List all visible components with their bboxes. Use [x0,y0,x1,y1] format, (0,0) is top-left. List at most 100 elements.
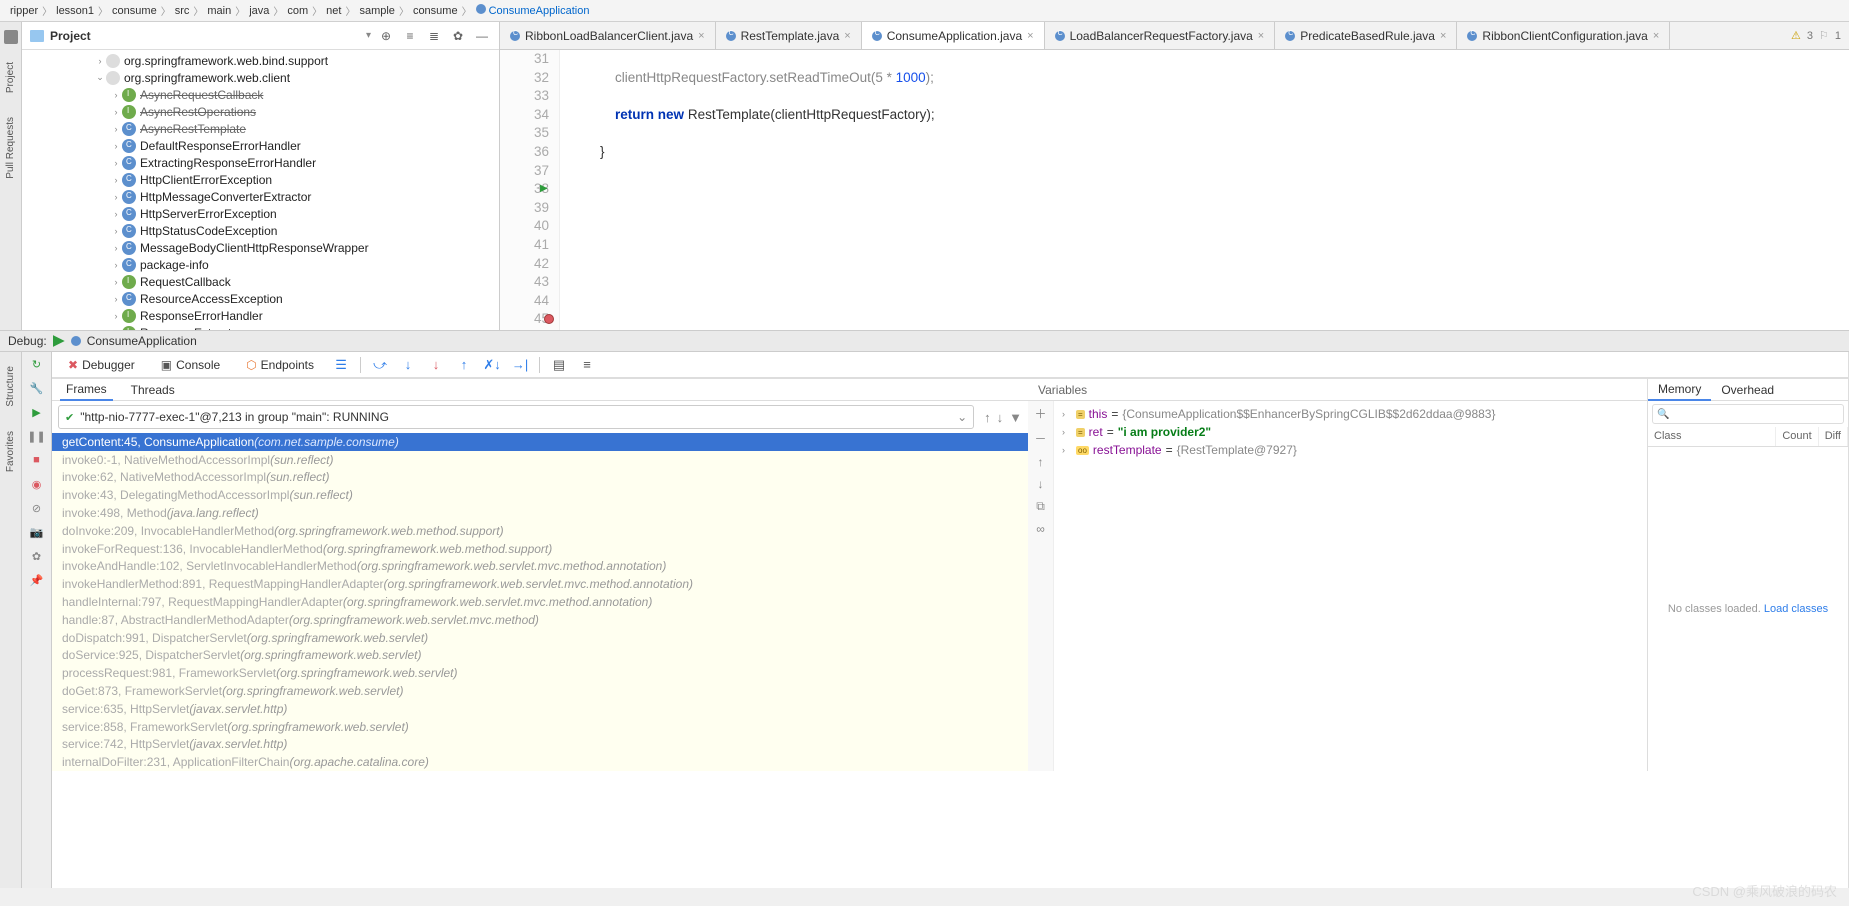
stack-frame[interactable]: service:635, HttpServlet (javax.servlet.… [52,700,1028,718]
settings-icon[interactable]: ✿ [449,27,467,45]
breadcrumb-item[interactable]: consume [409,5,462,17]
warnings-indicator[interactable]: ⚠ [1791,29,1801,42]
show-execution-icon[interactable]: ☰ [332,356,350,374]
variables-list[interactable]: ›=this = {ConsumeApplication$$EnhancerBy… [1054,401,1647,771]
resume-icon[interactable]: ▶ [29,404,45,420]
stack-frame[interactable]: handle:87, AbstractHandlerMethodAdapter … [52,611,1028,629]
editor-tab[interactable]: RibbonLoadBalancerClient.java× [500,22,716,49]
threads-tab[interactable]: Threads [125,380,181,400]
pin-icon[interactable]: 📌 [29,572,45,588]
stack-frame[interactable]: service:742, HttpServlet (javax.servlet.… [52,736,1028,754]
stack-frame[interactable]: invokeForRequest:136, InvocableHandlerMe… [52,540,1028,558]
tree-class-item[interactable]: ›ResponseErrorHandler [22,307,499,324]
remove-watch-icon[interactable]: － [1034,430,1046,447]
project-tree[interactable]: ›org.springframework.web.bind.support ⌄o… [22,50,499,330]
col-diff[interactable]: Diff [1819,427,1848,446]
tree-class-item[interactable]: ›HttpServerErrorException [22,205,499,222]
trace-icon[interactable]: ≡ [578,356,596,374]
pull-requests-tab[interactable]: Pull Requests [3,111,18,185]
glasses-icon[interactable]: ∞ [1036,522,1045,536]
expand-icon[interactable]: ≡ [401,27,419,45]
frames-tab[interactable]: Frames [60,379,113,401]
line-gutter[interactable]: 313233343536373839404142434445464748 ▶ [500,50,560,330]
overhead-tab[interactable]: Overhead [1711,380,1784,400]
rerun-icon[interactable]: ↻ [29,356,45,372]
hide-icon[interactable]: — [473,27,491,45]
breadcrumb-item-current[interactable]: ConsumeApplication [472,4,594,17]
stop-icon[interactable]: ■ [29,452,45,468]
stack-frame[interactable]: invoke:62, NativeMethodAccessorImpl (sun… [52,469,1028,487]
breadcrumb-item[interactable]: main [203,5,235,17]
up-icon[interactable]: ↑ [1038,455,1044,469]
editor-tab[interactable]: RibbonClientConfiguration.java× [1457,22,1670,49]
copy-icon[interactable]: ⧉ [1036,499,1045,514]
favorites-tab[interactable]: Favorites [3,425,18,478]
breadcrumb-item[interactable]: net [322,5,345,17]
close-icon[interactable]: × [1027,30,1033,42]
editor-tab[interactable]: LoadBalancerRequestFactory.java× [1045,22,1276,49]
variable-row[interactable]: ›oorestTemplate = {RestTemplate@7927} [1062,441,1639,459]
run-to-cursor-icon[interactable]: →| [511,356,529,374]
editor-tab[interactable]: RestTemplate.java× [716,22,862,49]
close-icon[interactable]: × [1440,30,1446,42]
step-over-icon[interactable]: ⤻ [371,356,389,374]
add-watch-icon[interactable]: ＋ [1034,405,1046,422]
stack-frame[interactable]: invoke:498, Method (java.lang.reflect) [52,504,1028,522]
thread-selector[interactable]: ✔ "http-nio-7777-exec-1"@7,213 in group … [58,405,974,429]
next-frame-icon[interactable]: ↓ [997,410,1004,425]
prev-frame-icon[interactable]: ↑ [984,410,991,425]
chevron-down-icon[interactable]: ▾ [366,30,371,41]
wrench-icon[interactable]: 🔧 [29,380,45,396]
structure-tab[interactable]: Structure [3,360,18,413]
tree-class-item[interactable]: ›DefaultResponseErrorHandler [22,137,499,154]
tree-class-item[interactable]: ›HttpClientErrorException [22,171,499,188]
breadcrumb-item[interactable]: consume [108,5,161,17]
code-editor[interactable]: 313233343536373839404142434445464748 ▶ c… [500,50,1849,330]
drop-frame-icon[interactable]: ✗↓ [483,356,501,374]
close-icon[interactable]: × [698,30,704,42]
stack-frame[interactable]: doDispatch:991, DispatcherServlet (org.s… [52,629,1028,647]
chevron-down-icon[interactable]: ⌄ [957,410,967,424]
tree-class-item[interactable]: ›HttpMessageConverterExtractor [22,188,499,205]
force-step-into-icon[interactable]: ↓ [427,356,445,374]
breadcrumb-item[interactable]: sample [355,5,398,17]
pin-indicator[interactable]: ⚐ [1819,29,1829,42]
locate-icon[interactable]: ⊕ [377,27,395,45]
memory-search[interactable]: 🔍 [1652,404,1844,424]
stack-frame[interactable]: doGet:873, FrameworkServlet (org.springf… [52,682,1028,700]
mute-breakpoints-icon[interactable]: ⊘ [29,500,45,516]
breakpoint-icon[interactable] [544,314,554,324]
load-classes-link[interactable]: Load classes [1764,603,1828,615]
breadcrumb-item[interactable]: lesson1 [52,5,98,17]
stack-frame[interactable]: internalDoFilter:231, ApplicationFilterC… [52,753,1028,771]
debugger-tab[interactable]: ✖Debugger [60,355,143,375]
editor-tab[interactable]: PredicateBasedRule.java× [1275,22,1457,49]
tree-class-item[interactable]: ›HttpStatusCodeException [22,222,499,239]
step-into-icon[interactable]: ↓ [399,356,417,374]
stack-frame[interactable]: doInvoke:209, InvocableHandlerMethod (or… [52,522,1028,540]
tree-class-item[interactable]: ›AsyncRequestCallback [22,86,499,103]
pause-icon[interactable]: ❚❚ [29,428,45,444]
editor-tab[interactable]: ConsumeApplication.java× [862,22,1045,49]
down-icon[interactable]: ↓ [1038,477,1044,491]
tree-class-item[interactable]: ›AsyncRestOperations [22,103,499,120]
endpoints-tab[interactable]: ⬡Endpoints [238,355,322,375]
settings-icon[interactable]: ✿ [29,548,45,564]
breadcrumb-item[interactable]: com [283,5,312,17]
tree-class-item[interactable]: ›ResponseExtractor [22,324,499,330]
run-gutter-icon[interactable]: ▶ [540,180,548,199]
tree-package[interactable]: ›org.springframework.web.bind.support [22,52,499,69]
stack-frame[interactable]: invokeAndHandle:102, ServletInvocableHan… [52,558,1028,576]
tree-package[interactable]: ⌄org.springframework.web.client [22,69,499,86]
tree-class-item[interactable]: ›RequestCallback [22,273,499,290]
tree-class-item[interactable]: ›AsyncRestTemplate [22,120,499,137]
col-class[interactable]: Class [1648,427,1776,446]
memory-tab[interactable]: Memory [1648,379,1711,401]
stack-frame[interactable]: invoke:43, DelegatingMethodAccessorImpl … [52,486,1028,504]
breadcrumb-item[interactable]: src [171,5,194,17]
close-icon[interactable]: × [844,30,850,42]
stack-frame[interactable]: invoke0:-1, NativeMethodAccessorImpl (su… [52,451,1028,469]
breadcrumb-item[interactable]: java [245,5,273,17]
stack-frame[interactable]: getContent:45, ConsumeApplication (com.n… [52,433,1028,451]
breadcrumb-item[interactable]: ripper [6,5,42,17]
